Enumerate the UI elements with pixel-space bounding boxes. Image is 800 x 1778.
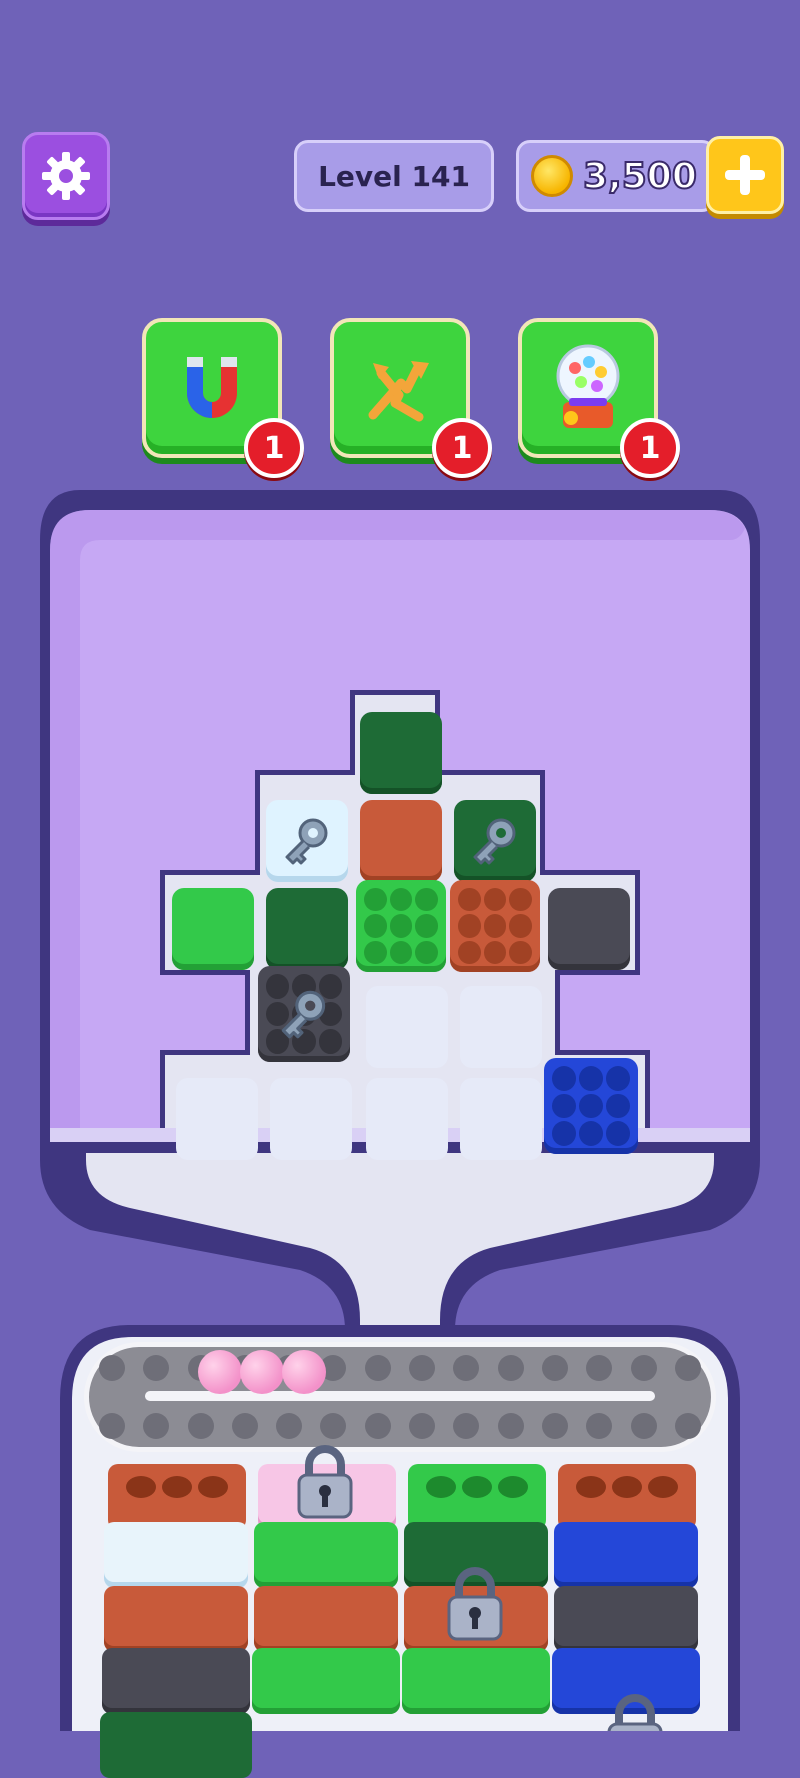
container-gray [102,1648,250,1714]
container-brown [104,1586,248,1652]
container-light-green [252,1648,400,1714]
container-brown [558,1464,696,1530]
container-gray [554,1586,698,1652]
container-light-green [408,1464,546,1530]
container-white [104,1522,248,1588]
container-blue [554,1522,698,1588]
pink-ball [240,1350,284,1394]
container-column-1[interactable] [100,1464,252,1778]
container-brown [254,1586,398,1652]
container-light-green [254,1522,398,1588]
conveyor-belt [84,1342,716,1452]
padlock-icon [600,1690,670,1731]
container-light-green [402,1648,550,1714]
padlock-icon [290,1440,360,1522]
container-dark-green [100,1712,252,1778]
pink-ball [198,1350,242,1394]
pink-ball [282,1350,326,1394]
padlock-icon [440,1562,510,1644]
container-brown [108,1464,246,1530]
